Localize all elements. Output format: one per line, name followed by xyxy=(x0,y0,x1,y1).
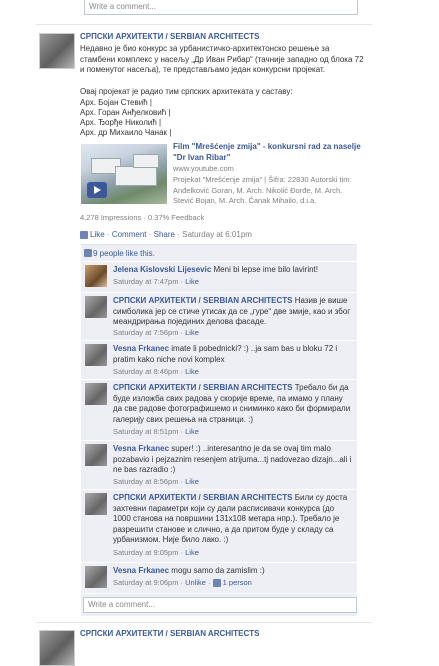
post-separator xyxy=(36,24,372,25)
team-line-1: Арх. Бојан Стевић | xyxy=(80,98,152,107)
like-thumb-icon xyxy=(84,249,92,257)
comment: СРПСКИ АРХИТЕКТИ / SERBIAN ARCHITECTS На… xyxy=(81,293,357,341)
link-domain: www.youtube.com xyxy=(173,164,234,173)
comment: СРПСКИ АРХИТЕКТИ / SERBIAN ARCHITECTS Тр… xyxy=(81,380,357,441)
comment: Vesna Frkanec super! :) ..interesantno j… xyxy=(81,441,357,490)
comment-author[interactable]: Vesna Frkanec xyxy=(113,566,169,575)
post-author[interactable]: СРПСКИ АРХИТЕКТИ / SERBIAN ARCHITECTS xyxy=(80,32,365,43)
comment-time[interactable]: Saturday at 7:47pm xyxy=(113,277,178,286)
share-link[interactable]: Share xyxy=(154,230,175,239)
comment: Vesna Frkanec mogu samo da zamislim :) S… xyxy=(81,563,357,594)
commenter-avatar[interactable] xyxy=(85,296,107,318)
post-actions: Like · Comment · Share · Saturday at 6:0… xyxy=(80,230,252,240)
comment: Jelena Kislovski Lijesevic Meni bi lepse… xyxy=(81,262,357,293)
commenter-avatar[interactable] xyxy=(85,566,107,588)
comment-time[interactable]: Saturday at 8:51pm xyxy=(113,427,178,436)
comment-time[interactable]: Saturday at 8:46pm xyxy=(113,367,178,376)
commenter-avatar[interactable] xyxy=(85,344,107,366)
page-avatar[interactable] xyxy=(39,630,75,666)
team-line-4: Арх. др Михаило Чанак | xyxy=(80,128,172,137)
likes-count[interactable]: 9 people like this. xyxy=(93,249,155,258)
link-description: Projekat "Mrešćenje zmija" | Šifra: 2283… xyxy=(173,175,352,205)
comment-link[interactable]: Comment xyxy=(112,230,147,239)
comment-author[interactable]: СРПСКИ АРХИТЕКТИ / SERBIAN ARCHITECTS xyxy=(113,383,292,392)
team-line-2: Арх. Горан Анђелковић | xyxy=(80,108,171,117)
comment-author[interactable]: СРПСКИ АРХИТЕКТИ / SERBIAN ARCHITECTS xyxy=(113,493,292,502)
video-thumbnail[interactable] xyxy=(81,144,167,204)
comment-like-link[interactable]: Like xyxy=(185,328,199,337)
comment-like-link[interactable]: Like xyxy=(185,367,199,376)
comment: Vesna Frkanec imate li pobednicki? :) ..… xyxy=(81,341,357,380)
commenter-avatar[interactable] xyxy=(85,493,107,515)
comment-author[interactable]: Vesna Frkanec xyxy=(113,344,169,353)
post-timestamp[interactable]: Saturday at 6:01pm xyxy=(182,230,252,239)
post-paragraph-1: Недавно је био конкурс за урбанистичко-а… xyxy=(80,44,364,74)
comment-author[interactable]: Vesna Frkanec xyxy=(113,444,169,453)
comment-unlike-link[interactable]: Unlike xyxy=(185,578,206,587)
comment-time[interactable]: Saturday at 8:56pm xyxy=(113,477,178,486)
impressions-stats[interactable]: 4,278 Impressions · 0.37% Feedback xyxy=(80,213,204,222)
comment-like-link[interactable]: Like xyxy=(185,477,199,486)
building-shape xyxy=(133,154,159,168)
commenter-avatar[interactable] xyxy=(85,265,107,287)
comment-time[interactable]: Saturday at 9:05pm xyxy=(113,548,178,557)
comment-like-link[interactable]: Like xyxy=(185,548,199,557)
comment-likes-count[interactable]: 1 person xyxy=(223,578,252,587)
team-line-3: Арх. Ђорђе Николић | xyxy=(80,118,162,127)
building-shape xyxy=(115,166,157,186)
comment-text: Meni bi lepse ime bilo lavirint! xyxy=(213,265,319,274)
comment-text: mogu samo da zamislim :) xyxy=(171,566,265,575)
comment-time[interactable]: Saturday at 9:06pm xyxy=(113,578,178,587)
likes-bar: 9 people like this. xyxy=(81,244,357,261)
comment-like-link[interactable]: Like xyxy=(185,427,199,436)
like-thumb-icon xyxy=(212,579,221,588)
comment-author[interactable]: СРПСКИ АРХИТЕКТИ / SERBIAN ARCHITECTS xyxy=(113,296,292,305)
previous-post-comment-box[interactable]: Write a comment... xyxy=(84,0,358,15)
play-icon[interactable] xyxy=(87,182,107,198)
comment: СРПСКИ АРХИТЕКТИ / SERBIAN ARCHITECTS Би… xyxy=(81,490,357,563)
commenter-avatar[interactable] xyxy=(85,444,107,466)
comment-time[interactable]: Saturday at 7:56pm xyxy=(113,328,178,337)
like-link[interactable]: Like xyxy=(90,230,105,239)
post-paragraph-2: Овај пројекат је радио тим српских архит… xyxy=(80,87,293,96)
commenter-avatar[interactable] xyxy=(85,383,107,405)
page-avatar[interactable] xyxy=(39,33,75,69)
post-separator xyxy=(36,622,372,623)
next-post-author[interactable]: СРПСКИ АРХИТЕКТИ / SERBIAN ARCHITECTS xyxy=(80,629,259,638)
link-title[interactable]: Film "Mrešćenje zmija" - konkursni rad z… xyxy=(173,142,363,163)
comment-author[interactable]: Jelena Kislovski Lijesevic xyxy=(113,265,211,274)
comment-like-link[interactable]: Like xyxy=(185,277,199,286)
write-comment-input[interactable]: Write a comment... xyxy=(83,597,357,613)
like-thumb-icon xyxy=(80,230,88,239)
